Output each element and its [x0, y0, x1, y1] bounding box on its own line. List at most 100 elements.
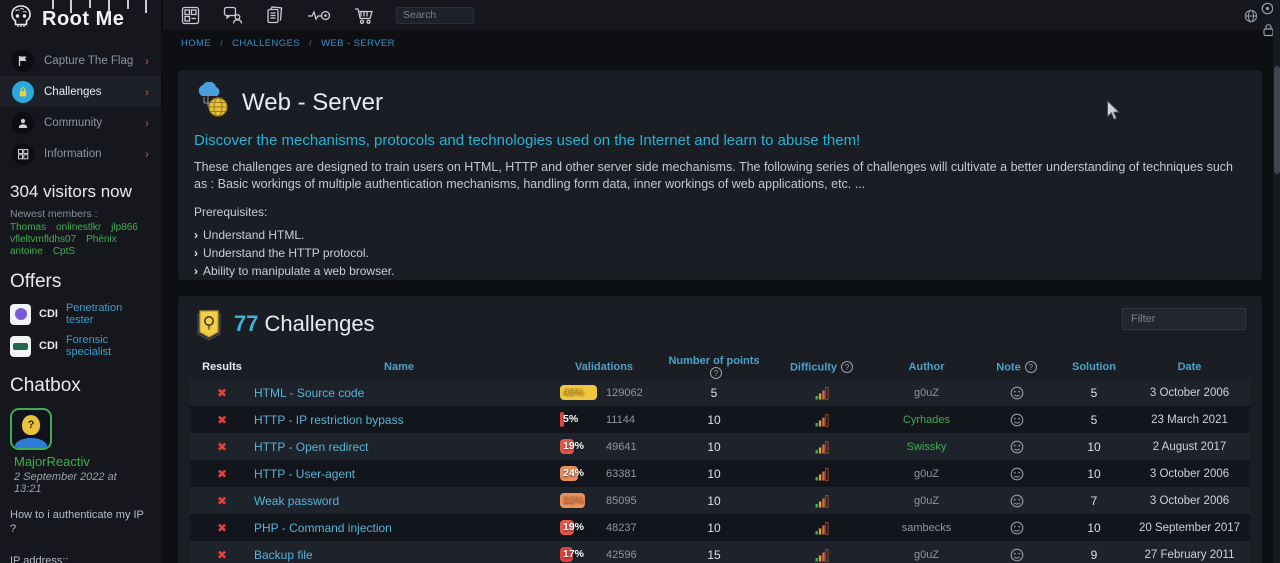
validation-percent-badge: 17%	[560, 546, 606, 563]
content: Web - Server Discover the mechanisms, pr…	[163, 57, 1280, 563]
documents-icon[interactable]	[265, 5, 285, 26]
validation-count: 129062	[606, 387, 643, 399]
author-link[interactable]: sambecks	[902, 522, 952, 534]
help-icon[interactable]: ?	[841, 361, 853, 373]
solution-count[interactable]: 5	[1059, 386, 1129, 400]
column-date[interactable]: Date	[1129, 361, 1250, 373]
breadcrumb-separator: /	[309, 38, 312, 49]
search-input[interactable]	[396, 7, 474, 24]
challenge-link[interactable]: HTTP - IP restriction bypass	[254, 413, 404, 427]
sidebar-item-label: Information	[44, 148, 102, 160]
difficulty-bars-icon	[764, 494, 879, 508]
globe-language-icon[interactable]	[1244, 9, 1258, 23]
shop-cart-icon[interactable]	[353, 5, 375, 26]
column-validations[interactable]: Validations	[544, 361, 664, 373]
column-difficulty[interactable]: Difficulty?	[764, 361, 879, 374]
chat-username[interactable]: MajorReactiv	[0, 450, 161, 469]
member-link[interactable]: Phénix	[86, 234, 117, 245]
author-link[interactable]: g0uZ	[914, 495, 939, 507]
challenge-date: 3 October 2006	[1129, 468, 1250, 480]
filter-input[interactable]	[1122, 308, 1246, 330]
author-link[interactable]: g0uZ	[914, 468, 939, 480]
solution-count[interactable]: 10	[1059, 521, 1129, 535]
table-row: ✖ HTTP - IP restriction bypass 5% 11144 …	[190, 406, 1250, 433]
prerequisite-item: ›Understand the HTTP protocol.	[194, 244, 1246, 262]
breadcrumb-home-link[interactable]: HOME	[181, 38, 211, 49]
column-note[interactable]: Note?	[974, 361, 1059, 374]
challenge-link[interactable]: Backup file	[254, 548, 313, 562]
validation-count: 49641	[606, 441, 637, 453]
chevron-right-icon: ›	[145, 116, 149, 130]
validation-percent-label: 19%	[563, 440, 584, 452]
challenge-link[interactable]: HTTP - Open redirect	[254, 440, 368, 454]
solution-count[interactable]: 7	[1059, 494, 1129, 508]
difficulty-bars-icon	[764, 386, 879, 400]
difficulty-bars-icon	[764, 440, 879, 454]
note-emoji-icon	[974, 467, 1059, 481]
scrollbar-thumb[interactable]	[1274, 66, 1280, 174]
hanging-string-decoration	[145, 0, 147, 13]
difficulty-bars-icon	[764, 413, 879, 427]
note-emoji-icon	[974, 386, 1059, 400]
breadcrumb-challenges-link[interactable]: CHALLENGES	[232, 38, 300, 49]
member-link[interactable]: vfleltvmfldhs07	[10, 234, 76, 245]
chevron-right-icon: ›	[145, 85, 149, 99]
sidebar-item-capture-the-flag[interactable]: Capture The Flag ›	[0, 45, 161, 76]
validation-percent-label: 33%	[563, 494, 584, 506]
solution-count[interactable]: 10	[1059, 440, 1129, 454]
table-row: ✖ Backup file 17% 42596 15 g0uZ	[190, 541, 1250, 563]
prerequisite-item: ›Understand HTML.	[194, 226, 1246, 244]
member-link[interactable]: Thomas	[10, 222, 46, 233]
member-link[interactable]: CptS	[53, 246, 75, 257]
validation-percent-badge: 33%	[560, 492, 606, 509]
docs-book-icon[interactable]	[180, 5, 201, 26]
not-validated-icon: ✖	[217, 386, 227, 400]
column-name[interactable]: Name	[254, 361, 544, 373]
scrollbar[interactable]	[1273, 0, 1280, 563]
newest-members-label: Newest members :	[0, 205, 161, 221]
points-value: 10	[664, 467, 764, 481]
challenge-link[interactable]: PHP - Command injection	[254, 521, 392, 535]
offer-link[interactable]: Penetration tester	[66, 302, 151, 326]
logo[interactable]: Root Me	[0, 0, 161, 38]
validation-percent-badge: 49%	[560, 384, 606, 401]
breadcrumb-current[interactable]: WEB - SERVER	[321, 38, 395, 49]
challenges-count: 77	[234, 311, 258, 336]
author-link[interactable]: Swissky	[907, 441, 947, 453]
column-results[interactable]: Results	[190, 361, 254, 373]
sidebar-item-information[interactable]: Information ›	[0, 138, 161, 169]
validation-percent-label: 17%	[563, 548, 584, 560]
points-value: 10	[664, 494, 764, 508]
avatar[interactable]: ?	[10, 408, 52, 450]
member-link[interactable]: jlp866	[111, 222, 138, 233]
solution-count[interactable]: 9	[1059, 548, 1129, 562]
grid-icon	[12, 143, 34, 165]
column-points[interactable]: Number of points?	[664, 355, 764, 380]
solution-count[interactable]: 10	[1059, 467, 1129, 481]
help-icon[interactable]: ?	[1025, 361, 1037, 373]
challenge-link[interactable]: HTTP - User-agent	[254, 467, 355, 481]
offer-link[interactable]: Forensic specialist	[66, 334, 151, 358]
member-link[interactable]: onlinestlkr	[56, 222, 101, 233]
validation-percent-label: 24%	[563, 467, 584, 479]
community-chat-icon[interactable]	[222, 5, 244, 26]
sidebar-item-challenges[interactable]: Challenges ›	[0, 76, 161, 107]
flag-icon	[12, 50, 34, 72]
solution-count[interactable]: 5	[1059, 413, 1129, 427]
challenge-link[interactable]: HTML - Source code	[254, 386, 364, 400]
challenge-link[interactable]: Weak password	[254, 494, 339, 508]
author-link[interactable]: g0uZ	[914, 387, 939, 399]
author-link[interactable]: Cyrhades	[903, 414, 950, 426]
column-author[interactable]: Author	[879, 361, 974, 373]
activity-target-icon[interactable]	[306, 5, 332, 25]
member-link[interactable]: antoine	[10, 246, 43, 257]
sidebar-item-community[interactable]: Community ›	[0, 107, 161, 138]
column-solution[interactable]: Solution	[1059, 361, 1129, 373]
validation-count: 42596	[606, 549, 637, 561]
bullet-chevron-icon: ›	[194, 228, 198, 242]
avatar-body-shape	[15, 438, 47, 450]
help-icon[interactable]: ?	[710, 367, 722, 379]
table-row: ✖ PHP - Command injection 19% 48237 10 s…	[190, 514, 1250, 541]
author-link[interactable]: g0uZ	[914, 549, 939, 561]
not-validated-icon: ✖	[217, 494, 227, 508]
